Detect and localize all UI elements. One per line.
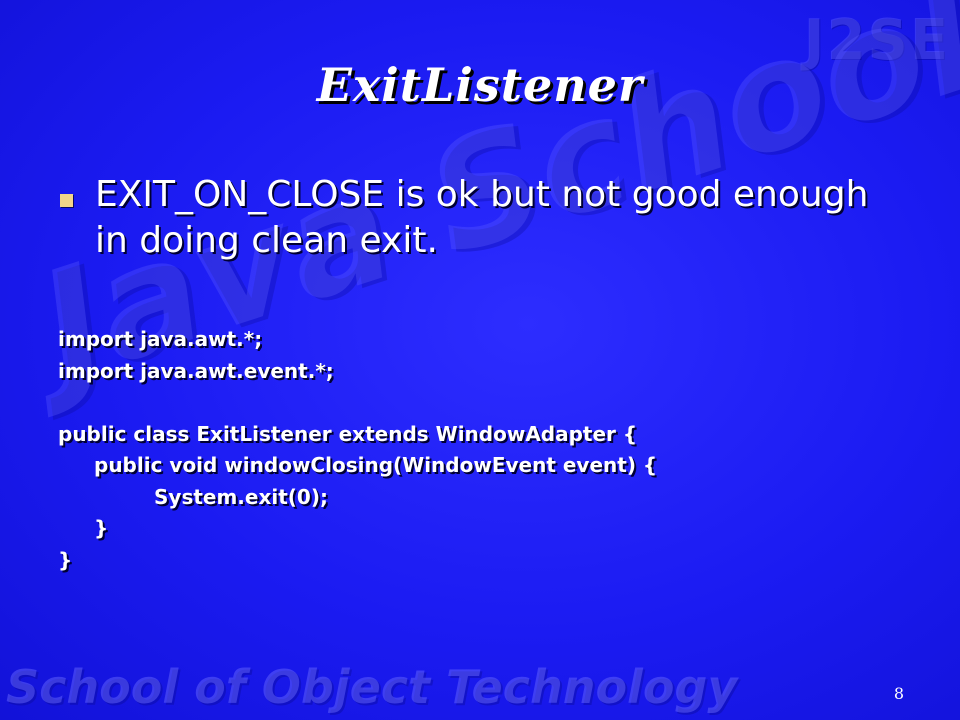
code-line-6: System.exit(0);	[154, 484, 328, 509]
footer-watermark: School of Object Technology	[6, 660, 738, 714]
bullet-item: EXIT_ON_CLOSE is ok but not good enough …	[60, 172, 900, 264]
code-line-7: }	[94, 516, 109, 540]
code-line-4: public class ExitListener extends Window…	[58, 421, 638, 446]
code-block: import java.awt.*; import java.awt.event…	[58, 324, 918, 576]
slide-title: ExitListener	[316, 58, 644, 112]
square-bullet-icon	[60, 194, 73, 207]
code-line-5: public void windowClosing(WindowEvent ev…	[94, 453, 658, 477]
page-number: 8	[893, 684, 904, 703]
code-line-1: import java.awt.*;	[58, 327, 263, 351]
code-line-2: import java.awt.event.*;	[58, 358, 334, 383]
bullet-text: EXIT_ON_CLOSE is ok but not good enough …	[95, 174, 869, 261]
slide: J2SE Java School School of Object Techno…	[0, 0, 960, 720]
code-line-8: }	[58, 547, 73, 572]
